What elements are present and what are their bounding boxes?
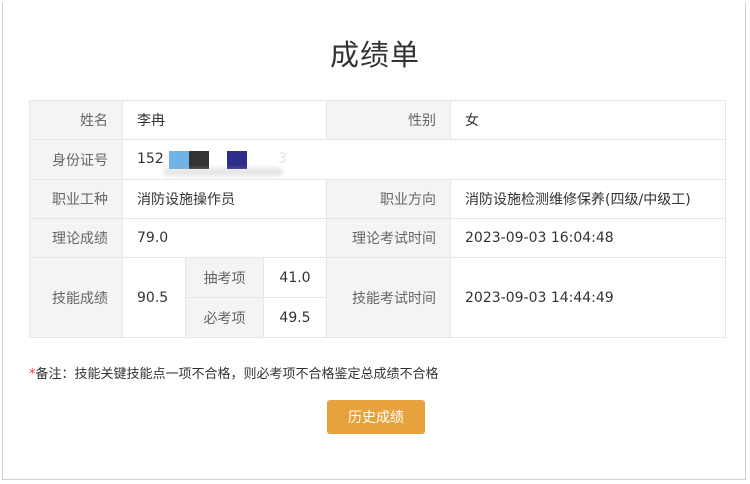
- id-value-cell: 152 3: [121, 139, 727, 180]
- theory-value: 79.0: [121, 218, 328, 258]
- table-row: 技能成绩 90.5 抽考项 41.0 技能考试时间 2023-09-03 14:…: [29, 257, 727, 338]
- redaction-mask: [227, 151, 247, 169]
- gender-label: 性别: [326, 100, 452, 140]
- name-label: 姓名: [29, 100, 123, 140]
- required-value: 49.5: [262, 297, 328, 338]
- occupation-label: 职业工种: [29, 179, 123, 219]
- theory-label: 理论成绩: [29, 218, 123, 258]
- sampling-label: 抽考项: [185, 257, 264, 298]
- direction-label: 职业方向: [326, 179, 452, 219]
- table-row: 身份证号 152 3: [29, 139, 727, 180]
- remark-text: 备注：技能关键技能点一项不合格，则必考项不合格鉴定总成绩不合格: [35, 367, 439, 382]
- id-value-suffix: 3: [278, 151, 287, 167]
- remark-note: *备注：技能关键技能点一项不合格，则必考项不合格鉴定总成绩不合格: [29, 363, 439, 382]
- skill-label: 技能成绩: [29, 257, 123, 338]
- skill-value: 90.5: [122, 257, 186, 338]
- grade-table: 姓名 李冉 性别 女 身份证号 152 3 职业工种 消防设施操作员 职业方向 …: [29, 100, 727, 338]
- table-row: 职业工种 消防设施操作员 职业方向 消防设施检测维修保养(四级/中级工): [29, 179, 727, 219]
- skill-time-value: 2023-09-03 14:44:49: [450, 257, 727, 338]
- required-label: 必考项: [185, 297, 264, 338]
- redaction-mask: [189, 151, 209, 169]
- id-label: 身份证号: [29, 139, 123, 180]
- table-row: 理论成绩 79.0 理论考试时间 2023-09-03 16:04:48: [29, 218, 727, 258]
- name-value: 李冉: [121, 100, 328, 140]
- history-grades-button[interactable]: 历史成绩: [327, 400, 425, 434]
- id-value-prefix: 152: [137, 151, 164, 167]
- direction-value: 消防设施检测维修保养(四级/中级工): [450, 179, 727, 219]
- redaction-mask: [169, 151, 189, 169]
- skill-time-label: 技能考试时间: [326, 257, 452, 338]
- sampling-value: 41.0: [262, 257, 328, 298]
- table-row: 姓名 李冉 性别 女: [29, 100, 727, 140]
- theory-time-value: 2023-09-03 16:04:48: [450, 218, 727, 258]
- gender-value: 女: [450, 100, 727, 140]
- theory-time-label: 理论考试时间: [326, 218, 452, 258]
- occupation-value: 消防设施操作员: [121, 179, 328, 219]
- redaction-blur: [163, 168, 283, 176]
- page-title: 成绩单: [329, 38, 420, 72]
